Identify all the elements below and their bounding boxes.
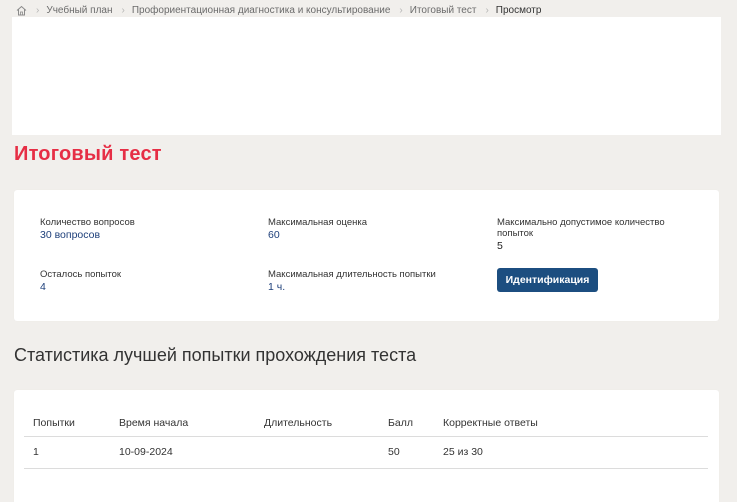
- max-attempts-label: Максимально допустимое количество попыто…: [497, 217, 665, 239]
- page: › Учебный план › Профориентационная диаг…: [0, 0, 737, 502]
- max-duration-value: 1 ч.: [268, 281, 286, 293]
- breadcrumb-item-course[interactable]: Профориентационная диагностика и консуль…: [132, 5, 391, 16]
- max-duration-label: Максимальная длительность попытки: [268, 269, 436, 280]
- identification-button[interactable]: Идентификация: [497, 268, 598, 292]
- banner-area: [12, 17, 721, 135]
- cell-duration: [255, 436, 379, 469]
- cell-attempt: 1: [24, 436, 110, 469]
- stats-section-title: Статистика лучшей попытки прохождения те…: [14, 345, 417, 365]
- questions-value: 30 вопросов: [40, 229, 101, 241]
- cell-start-time: 10-09-2024: [110, 436, 255, 469]
- page-title: Итоговый тест: [14, 143, 162, 165]
- column-header-duration: Длительность: [255, 411, 379, 437]
- info-questions: Количество вопросов 30 вопросов: [40, 217, 240, 241]
- chevron-right-icon: ›: [36, 4, 40, 16]
- max-score-label: Максимальная оценка: [268, 217, 368, 228]
- column-header-attempts: Попытки: [24, 411, 110, 437]
- stats-table: Попытки Время начала Длительность Балл К…: [24, 411, 708, 469]
- home-icon[interactable]: [16, 5, 27, 16]
- breadcrumb: › Учебный план › Профориентационная диаг…: [16, 3, 541, 17]
- cell-correct: 25 из 30: [434, 436, 708, 469]
- column-header-start-time: Время начала: [110, 411, 255, 437]
- column-header-score: Балл: [379, 411, 434, 437]
- test-info-card: Количество вопросов 30 вопросов Максимал…: [14, 190, 719, 321]
- info-remaining: Осталось попыток 4: [40, 269, 240, 293]
- breadcrumb-item-final-test[interactable]: Итоговый тест: [410, 5, 477, 16]
- info-max-duration: Максимальная длительность попытки 1 ч.: [268, 269, 468, 293]
- table-header-row: Попытки Время начала Длительность Балл К…: [24, 411, 708, 437]
- remaining-label: Осталось попыток: [40, 269, 122, 280]
- remaining-value: 4: [40, 281, 46, 293]
- chevron-right-icon: ›: [485, 4, 489, 16]
- breadcrumb-item-study-plan[interactable]: Учебный план: [46, 5, 112, 16]
- questions-label: Количество вопросов: [40, 217, 135, 228]
- stats-card: Попытки Время начала Длительность Балл К…: [14, 390, 719, 502]
- chevron-right-icon: ›: [121, 4, 125, 16]
- breadcrumb-current: Просмотр: [495, 4, 542, 16]
- chevron-right-icon: ›: [399, 4, 403, 16]
- max-attempts-value: 5: [497, 240, 503, 252]
- table-row: 1 10-09-2024 50 25 из 30: [24, 436, 708, 469]
- info-max-score: Максимальная оценка 60: [268, 217, 468, 241]
- column-header-correct: Корректные ответы: [434, 411, 708, 437]
- max-score-value: 60: [268, 229, 280, 241]
- info-max-attempts: Максимально допустимое количество попыто…: [497, 217, 697, 252]
- cell-score: 50: [379, 436, 434, 469]
